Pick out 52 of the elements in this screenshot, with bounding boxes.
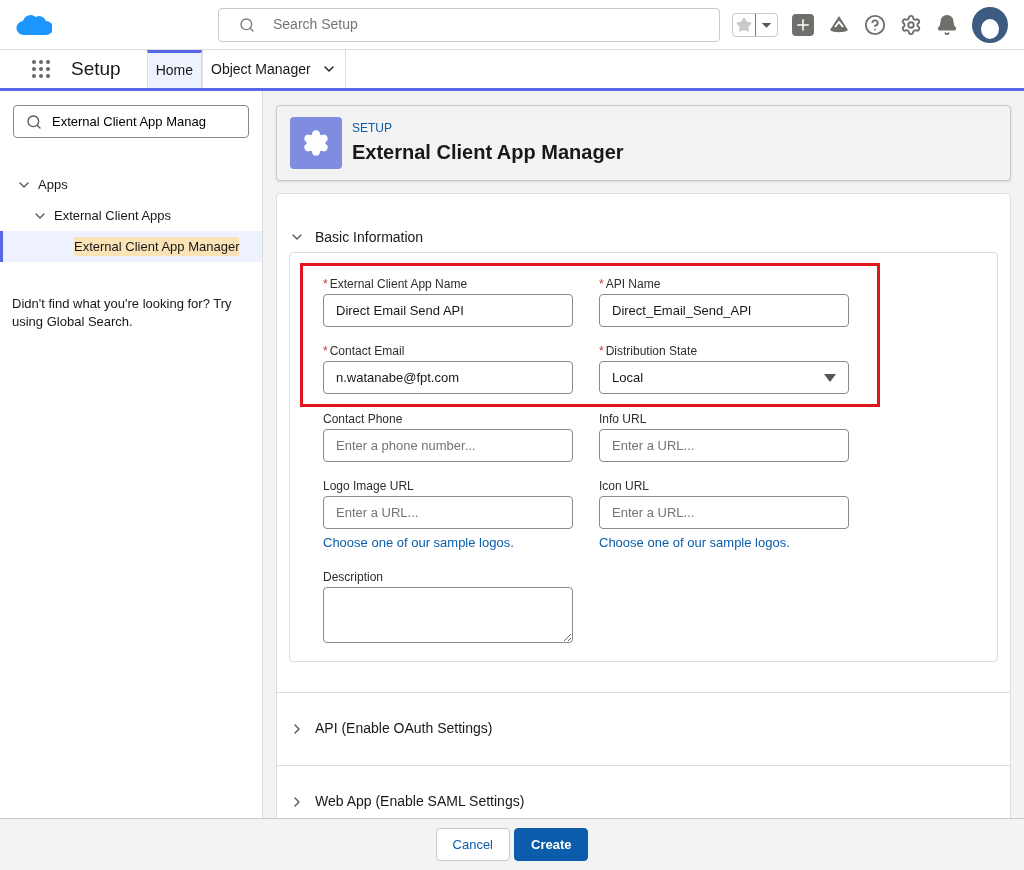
text-area[interactable]	[323, 586, 573, 643]
search-icon	[26, 113, 42, 130]
field-label: Contact Phone	[323, 411, 403, 427]
field-label: Icon URL	[599, 478, 650, 494]
search-icon	[239, 16, 255, 33]
field-label: External Client App Name	[329, 276, 468, 292]
settings-icon[interactable]	[900, 13, 922, 36]
input-field[interactable]: Direct_Email_Send_API	[599, 294, 849, 327]
field-label: Description	[323, 568, 384, 585]
cloud-logo[interactable]	[16, 12, 52, 37]
app-launcher-icon[interactable]	[29, 57, 53, 81]
field-label: Contact Email	[329, 343, 405, 359]
footer-button[interactable]: Cancel	[435, 828, 510, 861]
field-label: Distribution State	[605, 343, 698, 359]
tree-item[interactable]: Apps	[0, 169, 262, 200]
add-icon[interactable]	[792, 13, 814, 36]
page-title: External Client App Manager	[352, 140, 624, 165]
avatar-icon[interactable]	[972, 6, 1008, 43]
select-field[interactable]: Local	[599, 361, 849, 394]
sample-logos-link[interactable]: Choose one of our sample logos.	[323, 533, 573, 553]
section-header[interactable]: API (Enable OAuth Settings)	[289, 692, 998, 765]
required-mark: *	[323, 276, 328, 292]
required-mark: *	[323, 343, 328, 359]
help-text: Didn't find what you're looking for? Try using Global Search.	[11, 295, 233, 331]
app-name: Setup	[71, 56, 121, 81]
input-field[interactable]: Enter a URL...	[599, 496, 849, 529]
input-field[interactable]: n.watanabe@fpt.com	[323, 361, 573, 394]
sidebar-search-field[interactable]: External Client App Manag	[13, 105, 249, 138]
input-field[interactable]: Enter a phone number...	[323, 429, 573, 462]
nav-tab[interactable]: Object Manager	[202, 50, 346, 88]
input-field[interactable]: Enter a URL...	[323, 496, 573, 529]
required-mark: *	[599, 343, 604, 359]
eyebrow-text: SETUP	[352, 120, 393, 137]
tree-item[interactable]: External Client App Manager	[0, 231, 262, 262]
sample-logos-link[interactable]: Choose one of our sample logos.	[599, 533, 849, 553]
favorites-button[interactable]	[732, 12, 778, 37]
field-label: Logo Image URL	[323, 478, 414, 494]
notifications-icon[interactable]	[936, 13, 958, 36]
help-icon[interactable]	[864, 13, 886, 36]
search-field[interactable]: Search Setup	[218, 7, 720, 42]
section-header[interactable]: Web App (Enable SAML Settings)	[289, 765, 998, 818]
nav-tab[interactable]: Home	[146, 50, 202, 88]
tree-item[interactable]: External Client Apps	[0, 200, 262, 231]
required-mark: *	[599, 276, 604, 292]
field-label: Info URL	[599, 411, 647, 427]
footer-button[interactable]: Create	[514, 828, 589, 861]
caret-icon	[824, 373, 836, 382]
input-field[interactable]: Direct Email Send API	[323, 294, 573, 327]
field-label: API Name	[605, 276, 661, 292]
section-header[interactable]: Basic Information	[289, 194, 998, 266]
settings-icon	[290, 117, 342, 169]
input-field[interactable]: Enter a URL...	[599, 429, 849, 462]
